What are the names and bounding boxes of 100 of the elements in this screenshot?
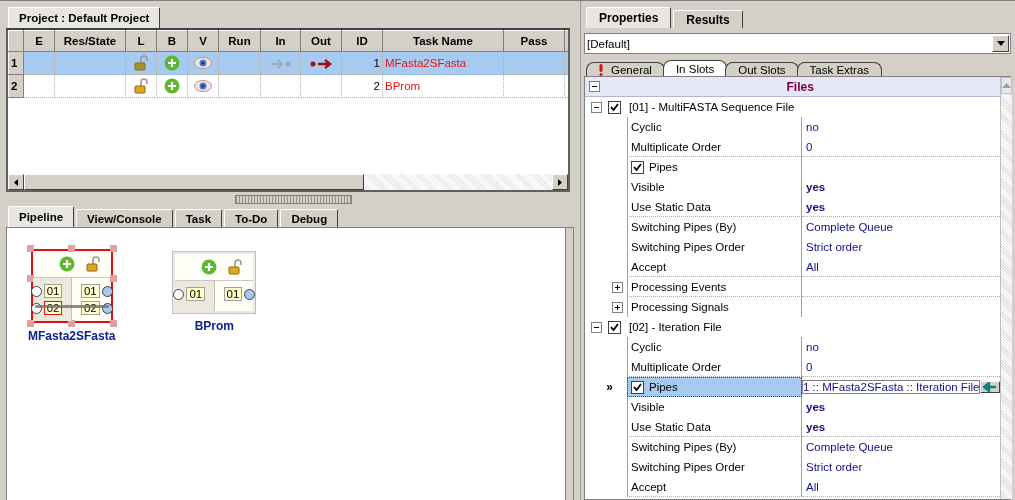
property-label: Switching Pipes (By) — [627, 437, 802, 457]
tab[interactable]: In Slots — [662, 60, 728, 76]
tab[interactable]: Properties — [586, 7, 672, 28]
column-header[interactable]: ID — [341, 30, 383, 52]
resize-handle[interactable] — [67, 320, 75, 327]
splitter-handle[interactable] — [234, 194, 352, 204]
column-header[interactable]: Res/State — [54, 30, 126, 52]
resize-handle[interactable] — [67, 245, 75, 252]
eye-icon[interactable] — [194, 80, 212, 93]
tab[interactable]: Out Slots — [725, 62, 799, 76]
property-label: Visible — [627, 397, 802, 417]
row-header[interactable]: 1 — [8, 51, 24, 75]
lock-icon[interactable] — [133, 78, 149, 94]
property-label: Multiplicate Order — [627, 137, 802, 157]
table-cell: BProm — [382, 74, 504, 98]
column-header[interactable]: In — [260, 30, 301, 52]
tab[interactable]: Pipeline — [8, 206, 75, 227]
checkbox-label: Pipes — [649, 381, 678, 393]
expand-icon[interactable] — [612, 281, 623, 293]
left-arrow-icon[interactable] — [14, 178, 18, 186]
property-value[interactable]: Strict order — [802, 237, 1001, 257]
property-label: Accept — [627, 257, 802, 277]
property-label: Cyclic — [627, 117, 802, 137]
tab[interactable]: Task — [174, 209, 223, 227]
slot-label[interactable]: 01 — [43, 284, 63, 298]
tab[interactable]: Results — [673, 10, 743, 28]
lock-icon[interactable] — [84, 256, 101, 272]
warning-icon — [599, 63, 603, 76]
column-header[interactable]: L — [125, 30, 157, 52]
tab[interactable]: General — [586, 62, 665, 76]
property-value[interactable]: Complete Queue — [802, 217, 1001, 237]
checkbox[interactable] — [631, 380, 644, 394]
lock-icon[interactable] — [227, 259, 244, 275]
resize-handle[interactable] — [26, 245, 34, 252]
property-label: Switching Pipes Order — [627, 457, 802, 477]
input-port[interactable] — [173, 288, 185, 300]
category-header: Files — [785, 79, 815, 94]
property-label: Cyclic — [627, 337, 802, 357]
table-cell: MFasta2SFasta — [382, 51, 504, 75]
collapse-icon[interactable] — [591, 101, 602, 113]
preset-dropdown[interactable]: [Default] — [584, 33, 1011, 54]
slot-label[interactable]: 01 — [186, 287, 206, 301]
property-label[interactable]: Pipes — [627, 377, 802, 397]
column-header[interactable]: E — [23, 30, 55, 52]
row-marker: » — [606, 380, 613, 394]
property-label: Switching Pipes (By) — [627, 217, 802, 237]
tab[interactable]: To-Do — [224, 209, 279, 227]
property-value[interactable]: Strict order — [802, 457, 1001, 477]
table-cell: 2 — [341, 74, 383, 98]
vertical-scrollbar[interactable] — [565, 228, 573, 500]
resize-handle[interactable] — [26, 275, 34, 282]
tab[interactable]: View/Console — [76, 209, 173, 227]
collapse-icon[interactable] — [589, 81, 600, 92]
dropdown-arrow-icon — [996, 41, 1005, 46]
task-node[interactable]: 01 01 — [173, 252, 256, 313]
checkbox[interactable] — [608, 320, 621, 334]
output-port[interactable] — [101, 285, 113, 297]
column-header[interactable]: V — [187, 30, 219, 52]
property-value[interactable]: no — [802, 337, 1001, 357]
resize-handle[interactable] — [109, 320, 117, 327]
collapse-icon[interactable] — [591, 321, 602, 333]
eye-icon[interactable] — [194, 57, 212, 70]
resize-handle[interactable] — [109, 275, 117, 282]
property-value[interactable]: yes — [802, 177, 1001, 197]
expand-icon[interactable] — [612, 301, 623, 313]
tab[interactable]: Task Extras — [796, 62, 883, 76]
column-header[interactable]: Task Name — [382, 30, 504, 52]
group-label: [02] - Iteration File — [628, 321, 722, 333]
horizontal-scrollbar[interactable] — [8, 174, 568, 190]
property-value[interactable]: no — [802, 117, 1001, 137]
node-name: MFasta2SFasta — [28, 329, 116, 343]
resize-handle[interactable] — [109, 245, 117, 252]
column-header[interactable]: Pass — [503, 30, 565, 52]
value-field[interactable]: 1 :: MFasta2SFasta :: Iteration File — [802, 380, 981, 394]
output-port[interactable] — [244, 288, 256, 300]
column-header[interactable]: Run — [218, 30, 261, 52]
slot-label[interactable]: 01 — [223, 287, 243, 301]
row-header[interactable]: 2 — [8, 74, 24, 98]
vertical-scrollbar[interactable] — [1000, 77, 1013, 499]
right-arrow-icon[interactable] — [558, 178, 562, 186]
group-label: [01] - MultiFASTA Sequence File — [628, 101, 795, 113]
link-button[interactable] — [980, 381, 1001, 393]
property-label[interactable]: Pipes — [627, 157, 802, 177]
column-header[interactable]: Out — [300, 30, 342, 52]
tab[interactable]: Debug — [280, 209, 339, 227]
checkbox[interactable] — [631, 160, 644, 174]
checkbox[interactable] — [608, 100, 621, 114]
property-value[interactable]: yes — [802, 397, 1001, 417]
property-value[interactable]: Complete Queue — [802, 437, 1001, 457]
property-label: Use Static Data — [627, 197, 802, 217]
slot-label[interactable]: 01 — [80, 284, 100, 298]
project-tab[interactable]: Project : Default Project — [8, 7, 161, 28]
property-label: Switching Pipes Order — [627, 237, 802, 257]
property-label[interactable]: Processing Signals — [627, 297, 802, 317]
property-label: Accept — [627, 477, 802, 497]
column-header[interactable]: B — [156, 30, 188, 52]
input-port[interactable] — [30, 285, 42, 297]
resize-handle[interactable] — [26, 320, 34, 327]
property-label[interactable]: Processing Events — [627, 277, 802, 297]
node-name: BProm — [194, 319, 235, 333]
